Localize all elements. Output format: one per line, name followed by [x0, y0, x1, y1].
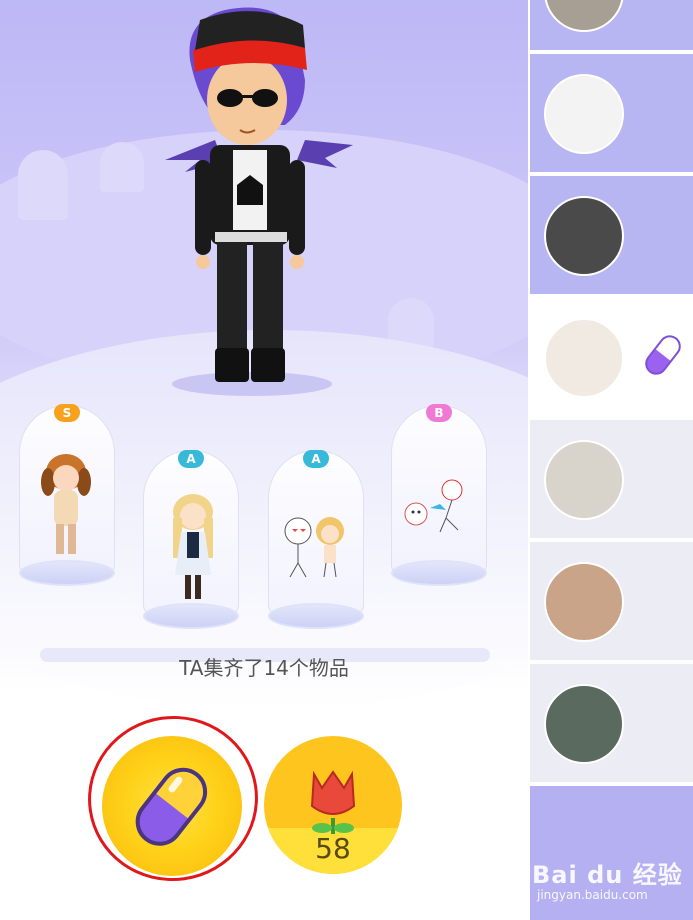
sidebar-user-7[interactable]: [530, 664, 693, 782]
capsule-icon: [645, 335, 681, 375]
user-avatar-figure[interactable]: [165, 0, 355, 390]
ghost-decoration-left: [18, 150, 68, 220]
display-base-3: [268, 603, 364, 629]
watermark-brand: Bai du 经验: [532, 861, 683, 889]
sidebar-user-6[interactable]: [530, 542, 693, 660]
user-avatar-1: [544, 0, 624, 32]
user-avatar-7: [544, 684, 624, 764]
collection-count-text: TA集齐了14个物品: [179, 656, 349, 680]
couple-doll: [284, 517, 344, 578]
rank-badge-4: B: [426, 404, 452, 422]
user-avatar-3: [544, 196, 624, 276]
user-avatar-6: [544, 562, 624, 642]
rank-badge-2: A: [178, 450, 204, 468]
dog-costume-doll: [41, 454, 91, 554]
watermark-url: jingyan.baidu.com: [537, 888, 648, 902]
cartoon-duo-doll: [404, 479, 463, 533]
rank-badge-1: S: [54, 404, 80, 422]
sidebar-user-3[interactable]: [530, 176, 693, 294]
sidebar-user-4[interactable]: [530, 298, 693, 416]
user-avatar-5: [544, 440, 624, 520]
display-base-2: [143, 603, 239, 629]
elf-girl-doll: [173, 494, 213, 599]
user-avatar-4: [544, 318, 624, 398]
rank-badge-3: A: [303, 450, 329, 468]
flower-count: 58: [315, 832, 351, 865]
tulip-icon: [310, 770, 356, 834]
user-avatar-2: [544, 74, 624, 154]
display-base-1: [19, 560, 115, 586]
sidebar-user-2[interactable]: [530, 54, 693, 172]
flower-button[interactable]: 58: [264, 736, 402, 874]
user-sidebar: [528, 0, 693, 920]
display-base-4: [391, 560, 487, 586]
sidebar-user-5[interactable]: [530, 420, 693, 538]
sidebar-user-1[interactable]: [530, 0, 693, 50]
ghost-decoration-left-2: [100, 142, 144, 192]
showcase-stage: S A A B TA集齐了14个物品 58: [0, 0, 528, 920]
